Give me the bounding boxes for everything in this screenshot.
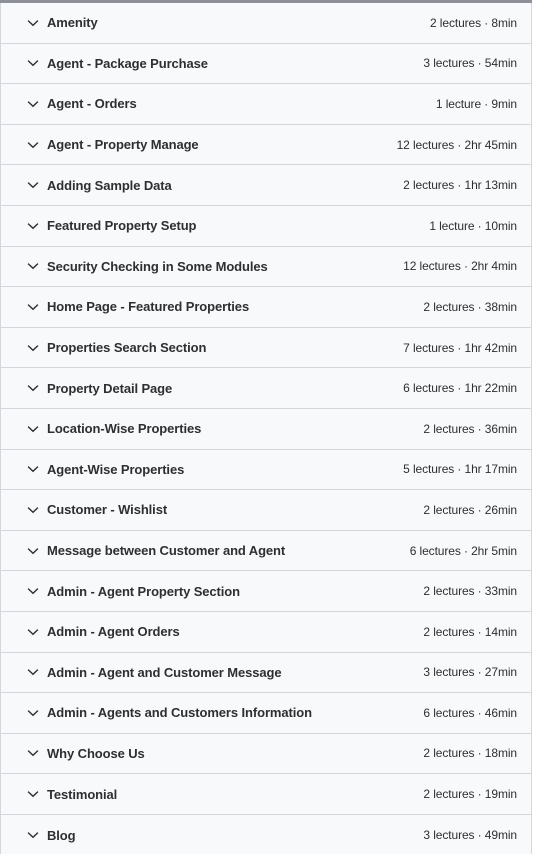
section-title: Featured Property Setup	[47, 218, 197, 234]
section-meta: 12 lectures · 2hr 4min	[403, 259, 517, 274]
curriculum-section-row[interactable]: Testimonial 2 lectures · 19min	[1, 774, 531, 815]
section-title: Agent - Package Purchase	[47, 55, 208, 71]
chevron-down-icon[interactable]	[21, 660, 45, 684]
section-title: Admin - Agents and Customers Information	[47, 705, 312, 721]
chevron-down-icon[interactable]	[21, 701, 45, 725]
curriculum-section-row[interactable]: Agent - Orders 1 lecture · 9min	[1, 84, 531, 125]
section-meta: 2 lectures · 19min	[423, 787, 517, 802]
chevron-down-icon[interactable]	[21, 133, 45, 157]
curriculum-section-list: Amenity 2 lectures · 8min Agent - Packag…	[0, 3, 532, 854]
section-title: Blog	[47, 827, 76, 843]
curriculum-section-row[interactable]: Property Detail Page 6 lectures · 1hr 22…	[1, 368, 531, 409]
chevron-down-icon[interactable]	[21, 457, 45, 481]
chevron-down-icon[interactable]	[21, 417, 45, 441]
curriculum-section-row[interactable]: Featured Property Setup 1 lecture · 10mi…	[1, 205, 531, 247]
section-meta: 2 lectures · 26min	[423, 502, 517, 517]
section-meta: 3 lectures · 49min	[423, 828, 517, 843]
section-meta: 7 lectures · 1hr 42min	[403, 340, 517, 355]
section-title: Customer - Wishlist	[47, 502, 168, 518]
section-title: Message between Customer and Agent	[47, 543, 286, 559]
section-title: Why Choose Us	[47, 745, 145, 761]
section-meta: 3 lectures · 27min	[423, 665, 517, 680]
curriculum-section-row[interactable]: Admin - Agent and Customer Message 3 lec…	[1, 652, 531, 694]
section-title: Security Checking in Some Modules	[47, 258, 268, 274]
chevron-down-icon[interactable]	[21, 823, 45, 847]
chevron-down-icon[interactable]	[21, 539, 45, 563]
chevron-down-icon[interactable]	[21, 295, 45, 319]
section-meta: 5 lectures · 1hr 17min	[403, 462, 517, 477]
curriculum-section-row[interactable]: Customer - Wishlist 2 lectures · 26min	[1, 490, 531, 531]
section-meta: 2 lectures · 18min	[423, 746, 517, 761]
chevron-down-icon[interactable]	[21, 92, 45, 116]
course-curriculum-accordion: Amenity 2 lectures · 8min Agent - Packag…	[0, 0, 538, 854]
curriculum-section-row[interactable]: Why Choose Us 2 lectures · 18min	[1, 733, 531, 775]
section-title: Admin - Agent and Customer Message	[47, 664, 282, 680]
chevron-down-icon[interactable]	[21, 254, 45, 278]
chevron-down-icon[interactable]	[21, 498, 45, 522]
curriculum-section-row[interactable]: Adding Sample Data 2 lectures · 1hr 13mi…	[1, 165, 531, 206]
chevron-down-icon[interactable]	[21, 620, 45, 644]
section-title: Home Page - Featured Properties	[47, 299, 250, 315]
chevron-down-icon[interactable]	[21, 11, 45, 35]
chevron-down-icon[interactable]	[21, 741, 45, 765]
section-meta: 1 lecture · 10min	[429, 218, 517, 233]
curriculum-section-row[interactable]: Admin - Agent Property Section 2 lecture…	[1, 571, 531, 612]
section-meta: 2 lectures · 38min	[423, 299, 517, 314]
section-title: Agent-Wise Properties	[47, 461, 185, 477]
section-title: Agent - Property Manage	[47, 137, 199, 153]
curriculum-section-row[interactable]: Location-Wise Properties 2 lectures · 36…	[1, 408, 531, 450]
chevron-down-icon[interactable]	[21, 214, 45, 238]
curriculum-section-row[interactable]: Agent - Property Manage 12 lectures · 2h…	[1, 124, 531, 166]
section-title: Admin - Agent Orders	[47, 624, 180, 640]
section-title: Adding Sample Data	[47, 177, 172, 193]
section-title: Agent - Orders	[47, 96, 137, 112]
curriculum-section-row[interactable]: Admin - Agents and Customers Information…	[1, 693, 531, 734]
curriculum-section-row[interactable]: Message between Customer and Agent 6 lec…	[1, 530, 531, 572]
section-meta: 6 lectures · 46min	[423, 705, 517, 720]
section-title: Properties Search Section	[47, 340, 207, 356]
curriculum-section-row[interactable]: Home Page - Featured Properties 2 lectur…	[1, 287, 531, 328]
chevron-down-icon[interactable]	[21, 173, 45, 197]
curriculum-section-row[interactable]: Amenity 2 lectures · 8min	[1, 3, 531, 44]
section-meta: 2 lectures · 8min	[430, 15, 517, 30]
section-meta: 2 lectures · 33min	[423, 584, 517, 599]
section-title: Property Detail Page	[47, 380, 173, 396]
curriculum-section-row[interactable]: Agent-Wise Properties 5 lectures · 1hr 1…	[1, 449, 531, 491]
chevron-down-icon[interactable]	[21, 376, 45, 400]
section-meta: 6 lectures · 2hr 5min	[409, 543, 517, 558]
section-meta: 2 lectures · 1hr 13min	[403, 178, 517, 193]
section-meta: 12 lectures · 2hr 45min	[396, 137, 518, 152]
chevron-down-icon[interactable]	[21, 51, 45, 75]
section-meta: 2 lectures · 14min	[423, 624, 517, 639]
chevron-down-icon[interactable]	[21, 336, 45, 360]
curriculum-section-row[interactable]: Blog 3 lectures · 49min	[1, 814, 531, 854]
section-meta: 6 lectures · 1hr 22min	[403, 381, 517, 396]
section-title: Amenity	[47, 15, 98, 31]
section-title: Location-Wise Properties	[47, 421, 202, 437]
chevron-down-icon[interactable]	[21, 579, 45, 603]
curriculum-section-row[interactable]: Agent - Package Purchase 3 lectures · 54…	[1, 43, 531, 85]
section-meta: 2 lectures · 36min	[423, 421, 517, 436]
section-meta: 3 lectures · 54min	[423, 56, 517, 71]
section-title: Testimonial	[47, 786, 118, 802]
section-title: Admin - Agent Property Section	[47, 583, 240, 599]
curriculum-section-row[interactable]: Security Checking in Some Modules 12 lec…	[1, 246, 531, 288]
curriculum-section-row[interactable]: Properties Search Section 7 lectures · 1…	[1, 327, 531, 369]
chevron-down-icon[interactable]	[21, 782, 45, 806]
curriculum-section-row[interactable]: Admin - Agent Orders 2 lectures · 14min	[1, 611, 531, 653]
section-meta: 1 lecture · 9min	[435, 96, 517, 111]
